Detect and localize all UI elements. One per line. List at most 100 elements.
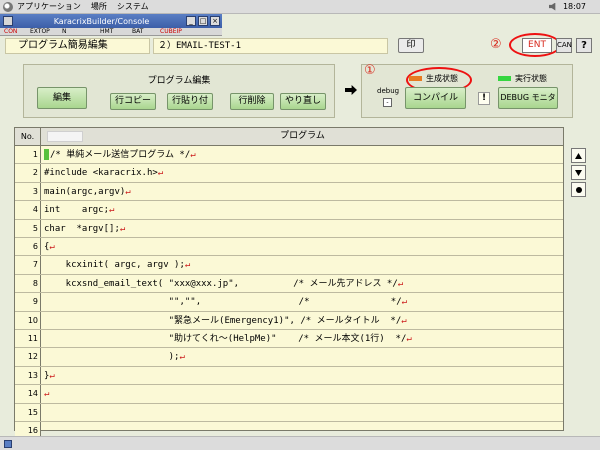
return-mark-icon: ↵ <box>49 370 55 381</box>
code-line[interactable]: "","", /* */↵ <box>44 293 407 310</box>
edit-panel-caption: プログラム編集 <box>147 76 211 86</box>
menu-places[interactable]: 場所 <box>91 1 107 12</box>
annotation-ring-ent <box>509 33 561 57</box>
table-row[interactable]: 7 kcxinit( argc, argv );↵ <box>15 256 563 275</box>
code-line[interactable]: "緊急メール(Emergency1)", /* メールタイトル */↵ <box>44 312 407 329</box>
paste-line-button[interactable]: 行貼り付 <box>167 93 213 110</box>
column-header-no: No. <box>15 128 41 145</box>
running-state-label: 実行状態 <box>515 74 547 83</box>
line-number: 12 <box>15 348 41 366</box>
debug-monitor-button[interactable]: DEBUG モニタ <box>498 87 558 109</box>
code-text: "緊急メール(Emergency1)", /* メールタイトル */ <box>44 315 402 326</box>
volume-icon[interactable] <box>548 2 556 11</box>
strip-item-extop[interactable]: EXTOP <box>30 28 50 36</box>
compile-button[interactable]: コンパイル <box>405 87 466 109</box>
scroll-up-button[interactable] <box>571 148 586 163</box>
close-button[interactable]: × <box>210 16 220 26</box>
line-number: 9 <box>15 293 41 311</box>
code-line[interactable]: );↵ <box>44 348 185 365</box>
running-state-swatch <box>498 76 511 81</box>
return-mark-icon: ↵ <box>125 186 131 197</box>
arrow-right-icon <box>345 85 357 95</box>
return-mark-icon: ↵ <box>401 315 407 326</box>
help-button[interactable]: ? <box>576 38 592 53</box>
show-desktop-icon[interactable] <box>4 440 12 448</box>
clock[interactable]: 18:07 <box>563 2 586 11</box>
table-header: No. プログラム <box>15 128 563 146</box>
edit-button[interactable]: 編集 <box>37 87 87 109</box>
minimize-button[interactable]: _ <box>186 16 196 26</box>
table-row[interactable]: 8 kcxsnd_email_text( "xxx@xxx.jp", /* メー… <box>15 274 563 294</box>
gnome-foot-icon[interactable] <box>3 1 13 12</box>
strip-item-bat[interactable]: BAT <box>132 28 143 36</box>
maximize-button[interactable]: □ <box>198 16 208 26</box>
warning-icon[interactable]: ! <box>478 92 490 105</box>
can-button[interactable]: CAN <box>556 38 572 53</box>
code-text: int argc; <box>44 205 110 216</box>
debug-label: debug <box>377 87 400 95</box>
table-row[interactable]: 9 "","", /* */↵ <box>15 293 563 312</box>
table-row[interactable]: 12 );↵ <box>15 348 563 367</box>
strip-item-con[interactable]: CON <box>4 28 17 36</box>
table-row[interactable]: 5 char *argv[];↵ <box>15 219 563 238</box>
line-number: 1 <box>15 146 41 164</box>
scroll-position-button[interactable] <box>571 182 586 197</box>
code-line[interactable]: /* 単純メール送信プログラム */↵ <box>44 146 196 163</box>
debug-checkbox[interactable]: - <box>383 98 392 107</box>
table-row[interactable]: 14 ↵ <box>15 385 563 404</box>
return-mark-icon: ↵ <box>157 168 164 179</box>
code-text: "","", /* */ <box>44 297 402 308</box>
code-line[interactable]: #include <karacrix.h>↵ <box>44 164 163 181</box>
window-titlebar[interactable]: KaracrixBuilder/Console _ □ × <box>0 14 222 28</box>
table-row[interactable]: 3 main(argc,argv)↵ <box>15 182 563 202</box>
return-mark-icon: ↵ <box>49 242 55 252</box>
return-mark-icon: ↵ <box>184 260 191 271</box>
system-top-panel: アプリケーション 場所 システム 18:07 <box>0 0 600 14</box>
annotation-marker-1: ① <box>364 63 376 78</box>
code-line[interactable]: kcxinit( argc, argv );↵ <box>44 256 191 273</box>
table-row[interactable]: 1/* 単純メール送信プログラム */↵ <box>15 146 563 165</box>
code-text: main(argc,argv) <box>44 186 126 197</box>
table-row[interactable]: 10 "緊急メール(Emergency1)", /* メールタイトル */↵ <box>15 311 563 330</box>
code-text: #include <karacrix.h> <box>44 168 158 179</box>
strip-item-cubeip[interactable]: CUBEIP <box>160 28 182 36</box>
edit-panel: プログラム編集 編集 行コピー 行貼り付 行削除 やり直し <box>23 64 335 118</box>
window-menu-icon[interactable] <box>3 16 13 26</box>
line-number: 15 <box>15 403 41 421</box>
table-row[interactable]: 6 {↵ <box>15 238 563 257</box>
table-row[interactable]: 2 #include <karacrix.h>↵ <box>15 164 563 183</box>
code-line[interactable]: ↵ <box>44 385 49 402</box>
code-line[interactable]: main(argc,argv)↵ <box>44 183 131 200</box>
copy-line-button[interactable]: 行コピー <box>110 93 156 110</box>
table-row[interactable]: 13}↵ <box>15 366 563 386</box>
program-table: No. プログラム 1/* 単純メール送信プログラム */↵ 2 #include … <box>14 127 564 441</box>
generated-state-label: 生成状態 <box>426 74 458 83</box>
redo-button[interactable]: やり直し <box>280 93 326 110</box>
code-text: kcxinit( argc, argv ); <box>44 260 185 271</box>
bottom-panel <box>0 436 600 450</box>
table-row[interactable]: 4 int argc;↵ <box>15 201 563 220</box>
scroll-down-button[interactable] <box>571 165 586 180</box>
menu-applications[interactable]: アプリケーション <box>17 1 81 12</box>
line-number: 2 <box>15 164 41 182</box>
code-line[interactable]: "助けてくれ～(HelpMe)" /* メール本文(1行) */↵ <box>44 330 412 347</box>
program-name-field: ２）EMAIL-TEST-1 <box>153 38 388 54</box>
table-row[interactable]: 15 <box>15 403 563 422</box>
code-line[interactable]: kcxsnd_email_text( "xxx@xxx.jp", /* メール先… <box>44 275 404 292</box>
code-line[interactable]: }↵ <box>44 367 55 384</box>
delete-line-button[interactable]: 行削除 <box>230 93 274 110</box>
line-number: 3 <box>15 182 41 201</box>
table-row[interactable]: 11 "助けてくれ～(HelpMe)" /* メール本文(1行) */↵ <box>15 330 563 349</box>
strip-item-n[interactable]: N <box>62 28 67 36</box>
return-mark-icon: ↵ <box>406 334 412 344</box>
strip-item-hmt[interactable]: HMT <box>100 28 113 36</box>
print-button[interactable]: 印 <box>398 38 424 53</box>
code-line[interactable]: int argc;↵ <box>44 201 114 218</box>
menu-system[interactable]: システム <box>117 1 149 12</box>
code-line[interactable]: {↵ <box>44 238 55 255</box>
header-blank-field <box>47 131 83 142</box>
return-mark-icon: ↵ <box>109 205 115 216</box>
return-mark-icon: ↵ <box>119 223 126 234</box>
code-line[interactable]: char *argv[];↵ <box>44 220 125 237</box>
page-title: プログラム簡易編集 <box>5 38 150 54</box>
